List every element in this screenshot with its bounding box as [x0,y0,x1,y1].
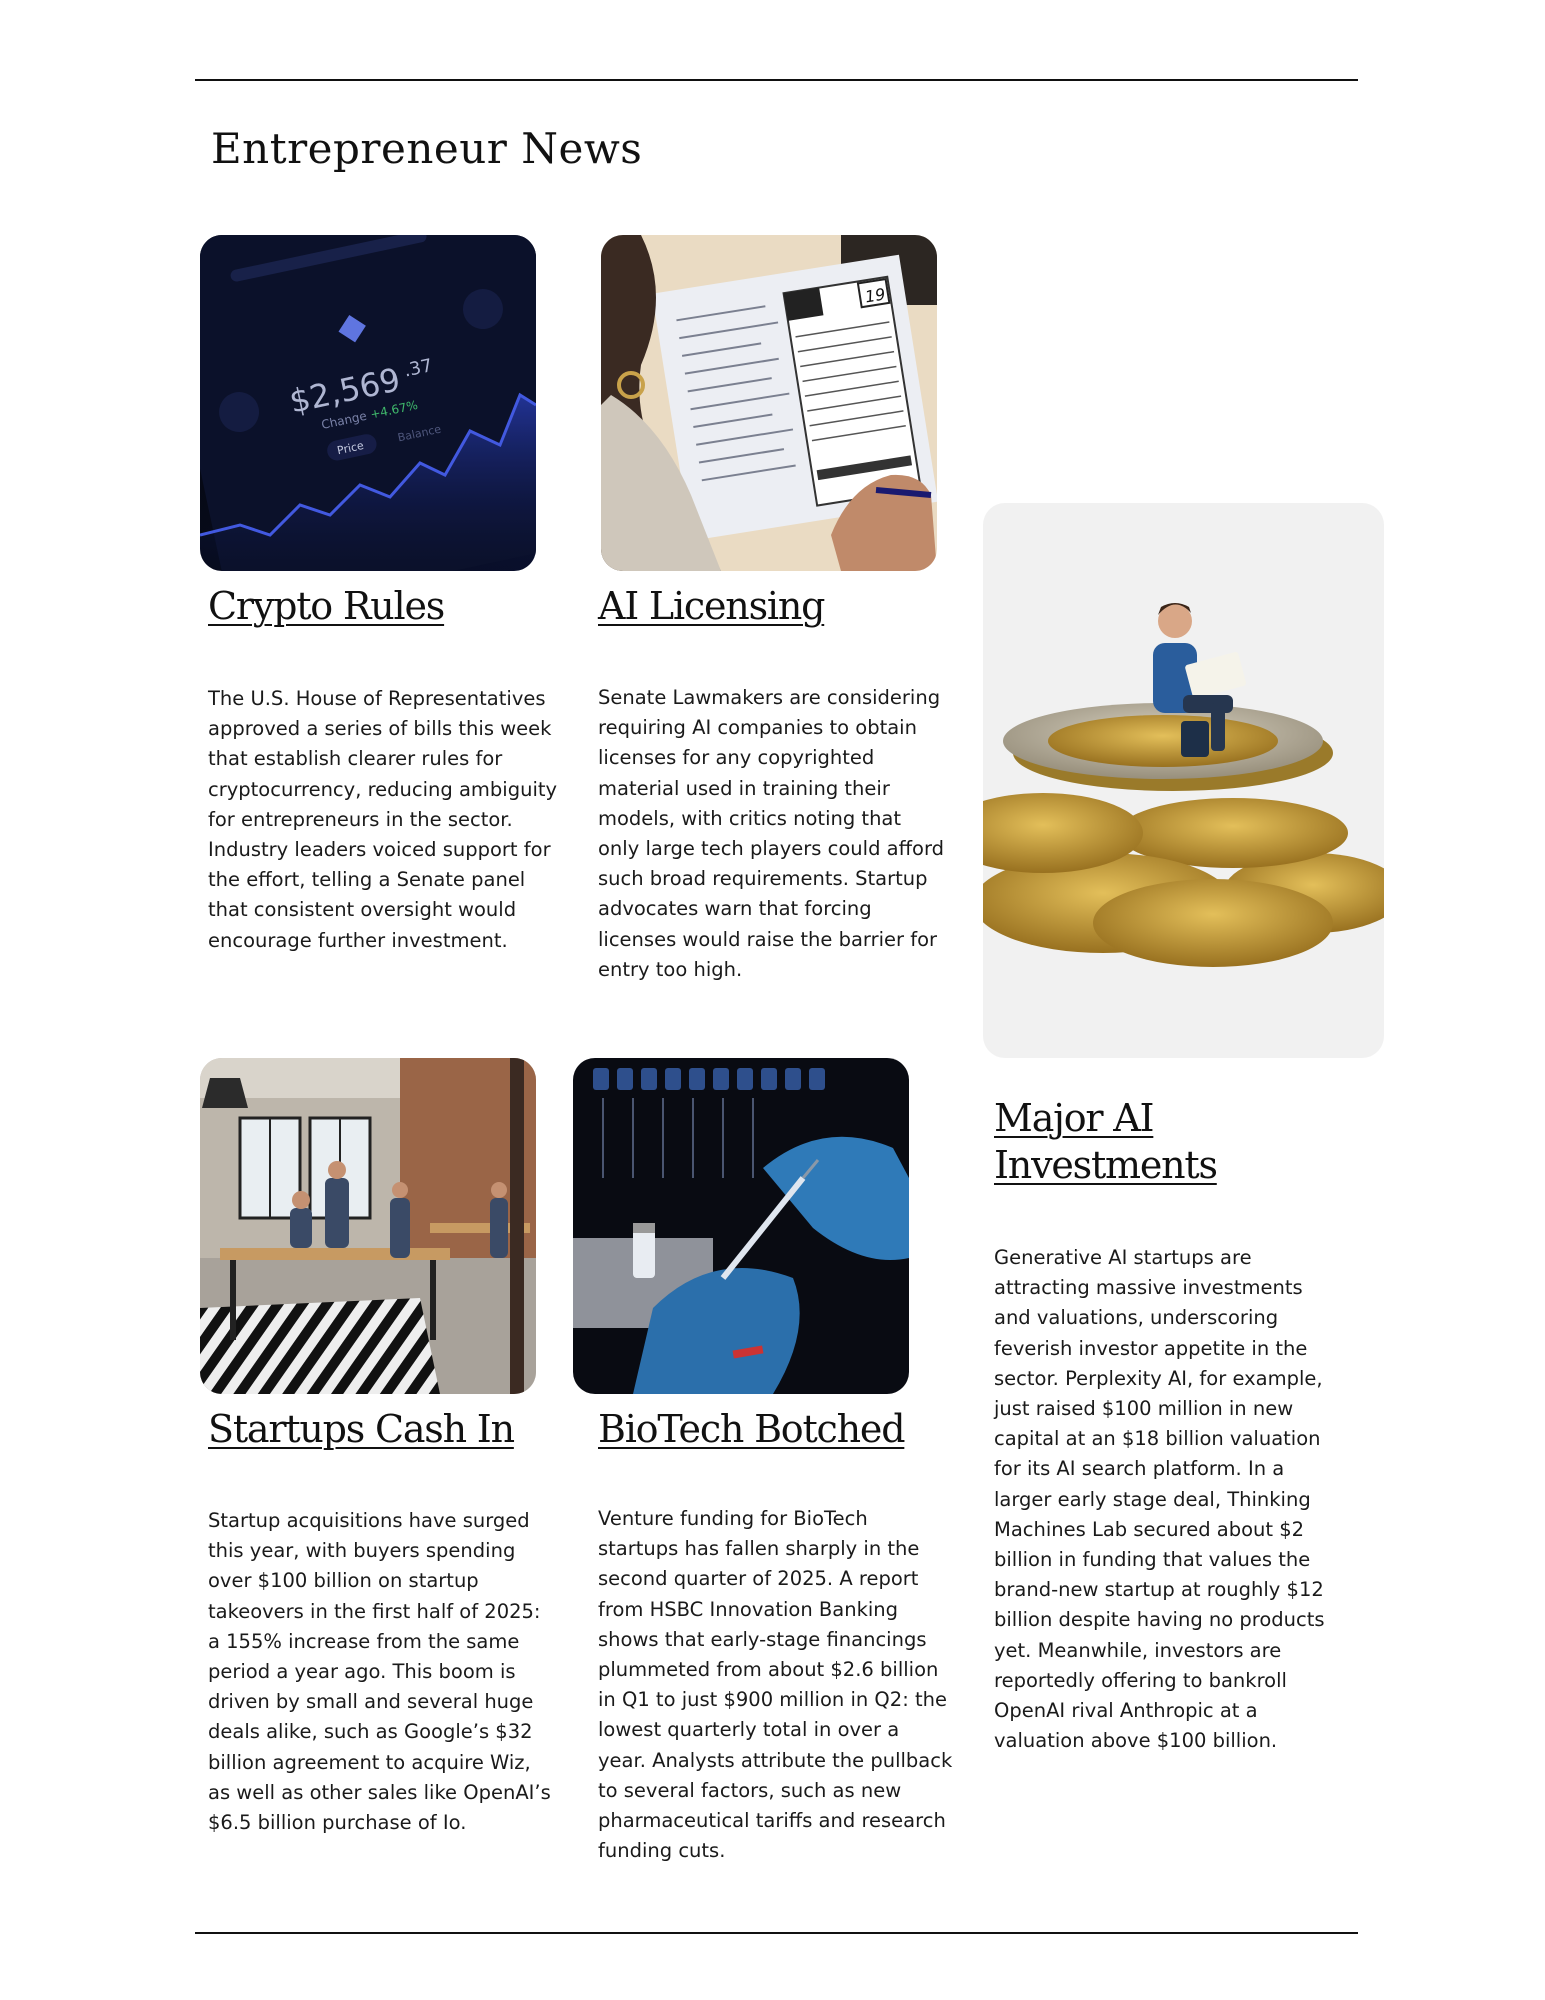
headline-ai-licensing[interactable]: AI Licensing [598,583,825,630]
article-startups-cash-in-body: Startup acquisitions have surged this ye… [208,1509,551,1835]
signing-document-photo: 19 [601,235,937,571]
article-major-ai-investments-body: Generative AI startups are attracting ma… [994,1246,1325,1753]
bottom-rule [195,1932,1358,1934]
office-workspace-photo [200,1058,536,1394]
crypto-phone-photo: $2,569 .37 Change +4.67% Price Balance [200,235,536,571]
headline-crypto-rules[interactable]: Crypto Rules [208,583,445,630]
headline-biotech-botched[interactable]: BioTech Botched [598,1406,906,1453]
coins-figurine-photo [983,503,1384,1058]
article-biotech-botched-body: Venture funding for BioTech startups has… [598,1507,953,1863]
top-rule [195,79,1358,81]
lab-gloves-syringe-photo [573,1058,909,1394]
headline-major-ai-investments[interactable]: Major AI Investments [994,1095,1324,1189]
form-number: 19 [864,284,887,306]
article-ai-licensing-body: Senate Lawmakers are considering requiri… [598,686,945,981]
headline-startups-cash-in[interactable]: Startups Cash In [208,1406,515,1453]
page-title: Entrepreneur News [211,124,643,173]
article-crypto-rules-body: The U.S. House of Representatives approv… [208,687,558,952]
